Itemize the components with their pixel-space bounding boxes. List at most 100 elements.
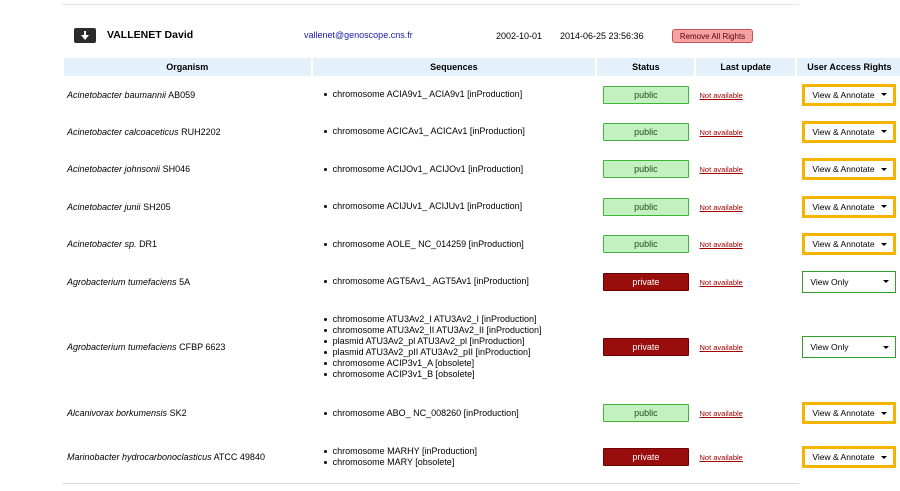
user-email-link[interactable]: vallenet@genoscope.cns.fr xyxy=(304,30,413,40)
chevron-down-icon xyxy=(883,345,890,349)
chevron-down-icon xyxy=(881,455,888,459)
last-update-cell: Not available xyxy=(696,432,794,482)
sequences-cell: chromosome AOLE_ NC_014259 [inProduction… xyxy=(313,225,596,263)
organism-strain: SH205 xyxy=(143,201,171,212)
access-rights-value: View & Annotate xyxy=(812,164,875,174)
last-update-link[interactable]: Not available xyxy=(699,128,742,137)
last-update-link[interactable]: Not available xyxy=(699,409,742,418)
access-rights-select[interactable]: View & Annotate xyxy=(802,402,897,424)
chevron-down-icon xyxy=(881,205,888,208)
expand-toggle-button[interactable] xyxy=(74,28,96,43)
status-badge: public xyxy=(602,122,689,141)
organism-species: Acinetobacter johnsonii xyxy=(67,164,161,174)
last-update-link[interactable]: Not available xyxy=(699,203,742,212)
access-rights-select[interactable]: View & Annotate xyxy=(802,233,897,255)
last-update-cell: Not available xyxy=(696,188,794,225)
sequences-cell: chromosome ATU3Av2_I ATU3Av2_I [inProduc… xyxy=(313,300,596,394)
bottom-divider xyxy=(62,483,799,484)
access-rights-value: View & Annotate xyxy=(812,408,875,418)
rights-cell: View & Annotate xyxy=(797,76,900,113)
user-last-login: 2014-06-25 23:56:36 xyxy=(560,31,644,41)
access-rights-select[interactable]: View & Annotate xyxy=(802,446,897,468)
status-cell: private xyxy=(597,432,694,482)
rights-cell: View Only xyxy=(797,263,900,300)
access-rights-value: View & Annotate xyxy=(812,89,875,100)
organism-cell: Acinetobacter baumannii AB059 xyxy=(64,76,311,113)
chevron-down-icon xyxy=(881,167,888,171)
rights-cell: View & Annotate xyxy=(797,432,900,482)
status-cell: public xyxy=(597,76,694,113)
access-rights-select[interactable]: View Only xyxy=(802,336,897,358)
sequence-item: chromosome ATU3Av2_II ATU3Av2_II [inProd… xyxy=(323,325,596,336)
last-update-cell: Not available xyxy=(696,150,794,188)
sequence-item: chromosome ACIP3v1_B [obsolete] xyxy=(323,369,596,380)
sequence-list: chromosome ATU3Av2_I ATU3Av2_I [inProduc… xyxy=(313,314,596,380)
access-rights-select[interactable]: View & Annotate xyxy=(802,120,897,143)
access-rights-value: View & Annotate xyxy=(812,239,875,249)
organism-strain: 5A xyxy=(179,276,191,287)
rights-cell: View & Annotate xyxy=(797,225,900,263)
top-divider xyxy=(62,4,799,5)
status-badge: private xyxy=(602,448,689,466)
table-row: Agrobacterium tumefaciens 5A chromosome A… xyxy=(64,263,900,300)
organism-species: Alcanivorax borkumensis xyxy=(67,408,168,418)
access-rights-value: View & Annotate xyxy=(812,126,875,137)
user-created-date: 2002-10-01 xyxy=(496,31,543,41)
last-update-link[interactable]: Not available xyxy=(699,240,742,249)
last-update-cell: Not available xyxy=(696,300,794,394)
sequences-cell: chromosome ACIJUv1_ ACIJUv1 [inProductio… xyxy=(313,188,596,225)
organism-strain: DR1 xyxy=(139,239,158,249)
column-header-user-access-rights: User Access Rights xyxy=(796,58,900,76)
sequences-cell: chromosome MARHY [inProduction] chromosom… xyxy=(313,432,596,482)
access-rights-value: View & Annotate xyxy=(812,201,875,212)
access-rights-select[interactable]: View & Annotate xyxy=(802,195,897,218)
organism-species: Agrobacterium tumefaciens xyxy=(67,276,177,287)
organism-species: Agrobacterium tumefaciens xyxy=(67,342,177,352)
sequence-item: chromosome ABO_ NC_008260 [inProduction] xyxy=(323,408,596,419)
last-update-cell: Not available xyxy=(696,263,794,300)
organism-strain: SK2 xyxy=(169,408,187,418)
last-update-link[interactable]: Not available xyxy=(699,343,742,352)
remove-all-rights-button[interactable]: Remove All Rights xyxy=(672,29,753,43)
sequence-item: chromosome ACIJUv1_ ACIJUv1 [inProductio… xyxy=(323,201,596,212)
access-rights-select[interactable]: View & Annotate xyxy=(802,83,897,106)
sequence-list: chromosome ACIA9v1_ ACIA9v1 [inProductio… xyxy=(313,89,596,100)
rights-cell: View & Annotate xyxy=(797,150,900,188)
sequence-list: chromosome ACICAv1_ ACICAv1 [inProductio… xyxy=(313,126,596,137)
sequence-item: chromosome MARHY [inProduction] xyxy=(323,446,596,457)
sequences-cell: chromosome ACIJOv1_ ACIJOv1 [inProductio… xyxy=(313,150,596,188)
column-header-status: Status xyxy=(597,58,695,76)
organism-cell: Acinetobacter johnsonii SH046 xyxy=(64,150,311,188)
table-row: Acinetobacter calcoaceticus RUH2202 chrom… xyxy=(64,113,900,150)
sequence-list: chromosome ACIJOv1_ ACIJOv1 [inProductio… xyxy=(313,164,596,175)
access-rights-select[interactable]: View & Annotate xyxy=(802,158,897,180)
last-update-link[interactable]: Not available xyxy=(699,165,742,174)
access-rights-select[interactable]: View Only xyxy=(802,270,897,293)
table-row: Alcanivorax borkumensis SK2 chromosome AB… xyxy=(64,394,900,432)
table-header-row: Organism Sequences Status Last update Us… xyxy=(64,58,900,76)
user-name: VALLENET David xyxy=(107,29,194,41)
last-update-link[interactable]: Not available xyxy=(699,278,742,287)
table-row: Acinetobacter junii SH205 chromosome ACIJ… xyxy=(64,188,900,225)
status-badge: public xyxy=(602,235,689,253)
last-update-link[interactable]: Not available xyxy=(699,91,742,100)
organism-species: Acinetobacter junii xyxy=(67,201,141,212)
organism-species: Marinobacter hydrocarbonoclasticus xyxy=(67,452,212,462)
rights-cell: View & Annotate xyxy=(797,113,900,150)
column-header-sequences: Sequences xyxy=(312,58,596,76)
chevron-down-icon xyxy=(881,242,888,246)
status-cell: public xyxy=(597,113,694,150)
sequence-item: chromosome MARY [obsolete] xyxy=(323,457,596,468)
organism-cell: Agrobacterium tumefaciens CFBP 6623 xyxy=(64,300,311,394)
last-update-link[interactable]: Not available xyxy=(699,453,742,462)
status-cell: private xyxy=(597,300,694,394)
last-update-cell: Not available xyxy=(696,394,794,432)
organism-strain: RUH2202 xyxy=(181,126,221,137)
organism-strain: ATCC 49840 xyxy=(213,452,265,462)
organism-cell: Alcanivorax borkumensis SK2 xyxy=(64,394,311,432)
sequence-item: chromosome ATU3Av2_I ATU3Av2_I [inProduc… xyxy=(323,314,596,325)
sequence-item: chromosome ACIP3v1_A [obsolete] xyxy=(323,358,596,369)
status-badge: private xyxy=(602,272,689,291)
sequence-list: chromosome AOLE_ NC_014259 [inProduction… xyxy=(313,239,596,250)
status-badge: public xyxy=(602,197,689,216)
